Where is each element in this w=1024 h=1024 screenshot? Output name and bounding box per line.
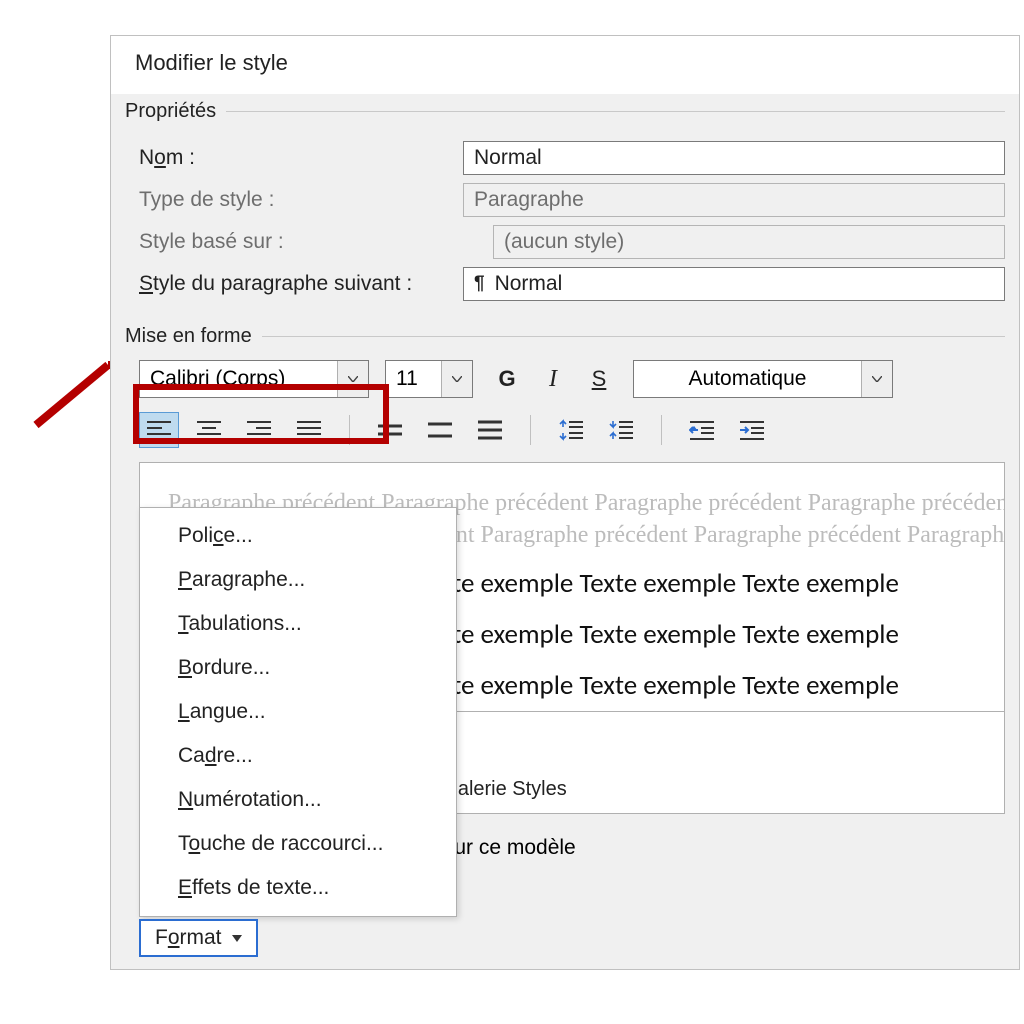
input-name[interactable]: Normal xyxy=(463,141,1005,175)
label-name: Nom : xyxy=(139,146,449,170)
format-menu-item[interactable]: Effets de texte... xyxy=(140,866,456,910)
align-justify-button[interactable] xyxy=(289,412,329,448)
separator xyxy=(530,415,531,445)
pilcrow-icon: ¶ xyxy=(474,273,485,295)
para-space-increase-icon xyxy=(558,419,584,441)
indent-increase-button[interactable] xyxy=(732,412,772,448)
formatting-toolbar-1: Calibri (Corps) 11 G I S Automatique xyxy=(111,352,1019,406)
modify-style-dialog: Modifier le style Propriétés Nom : Norma… xyxy=(110,35,1020,970)
line-spacing-1-5-icon xyxy=(427,419,453,441)
font-size-dropdown[interactable] xyxy=(441,361,472,397)
row-type: Type de style : Paragraphe xyxy=(139,183,1005,217)
align-center-button[interactable] xyxy=(189,412,229,448)
dialog-title: Modifier le style xyxy=(111,36,1019,94)
input-next-style[interactable]: ¶ Normal xyxy=(463,267,1005,301)
row-next-style: Style du paragraphe suivant : ¶ Normal xyxy=(139,267,1005,301)
properties-group-label: Propriétés xyxy=(111,94,1019,127)
line-spacing-2-button[interactable] xyxy=(470,412,510,448)
label-type: Type de style : xyxy=(139,188,449,212)
indent-increase-icon xyxy=(739,419,765,441)
separator xyxy=(349,415,350,445)
label-next-style: Style du paragraphe suivant : xyxy=(139,272,449,296)
font-color-combo[interactable]: Automatique xyxy=(633,360,893,398)
bold-italic-underline-group: G I S xyxy=(489,361,617,397)
align-left-button[interactable] xyxy=(139,412,179,448)
formatting-group-label: Mise en forme xyxy=(111,319,1019,352)
format-menu: Police...Paragraphe...Tabulations...Bord… xyxy=(139,507,457,917)
formatting-toolbar-2 xyxy=(111,406,1019,458)
format-menu-item[interactable]: Bordure... xyxy=(140,646,456,690)
font-color-dropdown[interactable] xyxy=(861,361,892,397)
font-combo-dropdown[interactable] xyxy=(337,361,368,397)
align-justify-icon xyxy=(296,419,322,441)
format-menu-item[interactable]: Paragraphe... xyxy=(140,558,456,602)
format-menu-item[interactable]: Tabulations... xyxy=(140,602,456,646)
para-space-decrease-icon xyxy=(608,419,634,441)
indent-decrease-button[interactable] xyxy=(682,412,722,448)
input-type: Paragraphe xyxy=(463,183,1005,217)
font-size-combo[interactable]: 11 xyxy=(385,360,473,398)
font-combo[interactable]: Calibri (Corps) xyxy=(139,360,369,398)
indent-decrease-icon xyxy=(689,419,715,441)
para-space-increase-button[interactable] xyxy=(551,412,591,448)
row-name: Nom : Normal xyxy=(139,141,1005,175)
separator xyxy=(661,415,662,445)
line-spacing-1-icon xyxy=(377,419,403,441)
underline-button[interactable]: S xyxy=(581,361,617,397)
align-right-icon xyxy=(246,419,272,441)
chevron-down-icon xyxy=(872,376,882,382)
format-menu-item[interactable]: Touche de raccourci... xyxy=(140,822,456,866)
row-based-on: Style basé sur : (aucun style) xyxy=(139,225,1005,259)
para-space-decrease-button[interactable] xyxy=(601,412,641,448)
label-based-on: Style basé sur : xyxy=(139,230,449,254)
properties-group: Nom : Normal Type de style : Paragraphe … xyxy=(111,127,1019,319)
triangle-down-icon xyxy=(232,935,242,942)
line-spacing-2-icon xyxy=(477,419,503,441)
callout-arrow-icon xyxy=(28,345,118,435)
line-spacing-1-button[interactable] xyxy=(370,412,410,448)
line-spacing-1-5-button[interactable] xyxy=(420,412,460,448)
chevron-down-icon xyxy=(452,376,462,382)
align-right-button[interactable] xyxy=(239,412,279,448)
input-based-on: (aucun style) xyxy=(493,225,1005,259)
bold-button[interactable]: G xyxy=(489,361,525,397)
chevron-down-icon xyxy=(348,376,358,382)
format-menu-item[interactable]: Cadre... xyxy=(140,734,456,778)
format-menu-item[interactable]: Police... xyxy=(140,514,456,558)
format-menu-item[interactable]: Numérotation... xyxy=(140,778,456,822)
align-center-icon xyxy=(196,419,222,441)
italic-button[interactable]: I xyxy=(535,361,571,397)
format-menu-item[interactable]: Langue... xyxy=(140,690,456,734)
format-button[interactable]: Format xyxy=(139,919,258,957)
align-left-icon xyxy=(146,419,172,441)
